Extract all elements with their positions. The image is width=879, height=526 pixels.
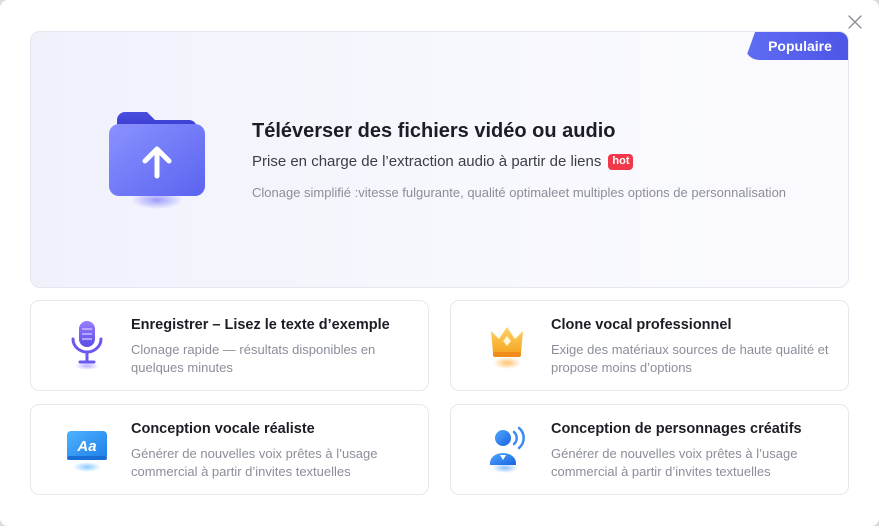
voice-clone-dialog: Populaire Téléverser des fichiers vidéo … (0, 0, 879, 526)
popular-badge: Populaire (745, 32, 848, 60)
creative-character-card[interactable]: Conception de personnages créatifs Génér… (450, 404, 849, 495)
card-description: Générer de nouvelles voix prêtes à l’usa… (551, 446, 798, 479)
close-icon[interactable] (847, 14, 863, 30)
upload-file-card[interactable]: Populaire Téléverser des fichiers vidéo … (30, 31, 849, 288)
card-title: Clone vocal professionnel (551, 317, 732, 333)
card-description: Générer de nouvelles voix prêtes à l’usa… (131, 446, 378, 479)
realistic-voice-design-card[interactable]: Aa Conception vocale réaliste Générer de… (30, 404, 429, 495)
character-voice-icon (490, 426, 525, 473)
hero-subtitle-text: Prise en charge de l’extraction audio à … (252, 153, 602, 170)
upload-folder-icon (109, 112, 205, 209)
crown-icon (491, 327, 523, 369)
record-card[interactable]: Enregistrer – Lisez le texte d’exemple C… (30, 300, 429, 391)
card-description: Exige des matériaux sources de haute qua… (551, 342, 829, 375)
card-description: Clonage rapide — résultats disponibles e… (131, 342, 376, 375)
text-aa-icon: Aa (67, 431, 107, 472)
hot-tag: hot (608, 153, 634, 170)
hero-title: Téléverser des fichiers vidéo ou audio (252, 120, 616, 142)
professional-clone-card[interactable]: Clone vocal professionnel Exige des maté… (450, 300, 849, 391)
card-title: Conception vocale réaliste (131, 421, 315, 437)
card-title: Enregistrer – Lisez le texte d’exemple (131, 317, 390, 333)
svg-text:Aa: Aa (76, 438, 96, 455)
card-title: Conception de personnages créatifs (551, 421, 802, 437)
hero-subtitle: Prise en charge de l’extraction audio à … (252, 153, 634, 170)
hero-description: Clonage simplifié :vitesse fulgurante, q… (252, 185, 787, 200)
microphone-icon (71, 321, 103, 370)
